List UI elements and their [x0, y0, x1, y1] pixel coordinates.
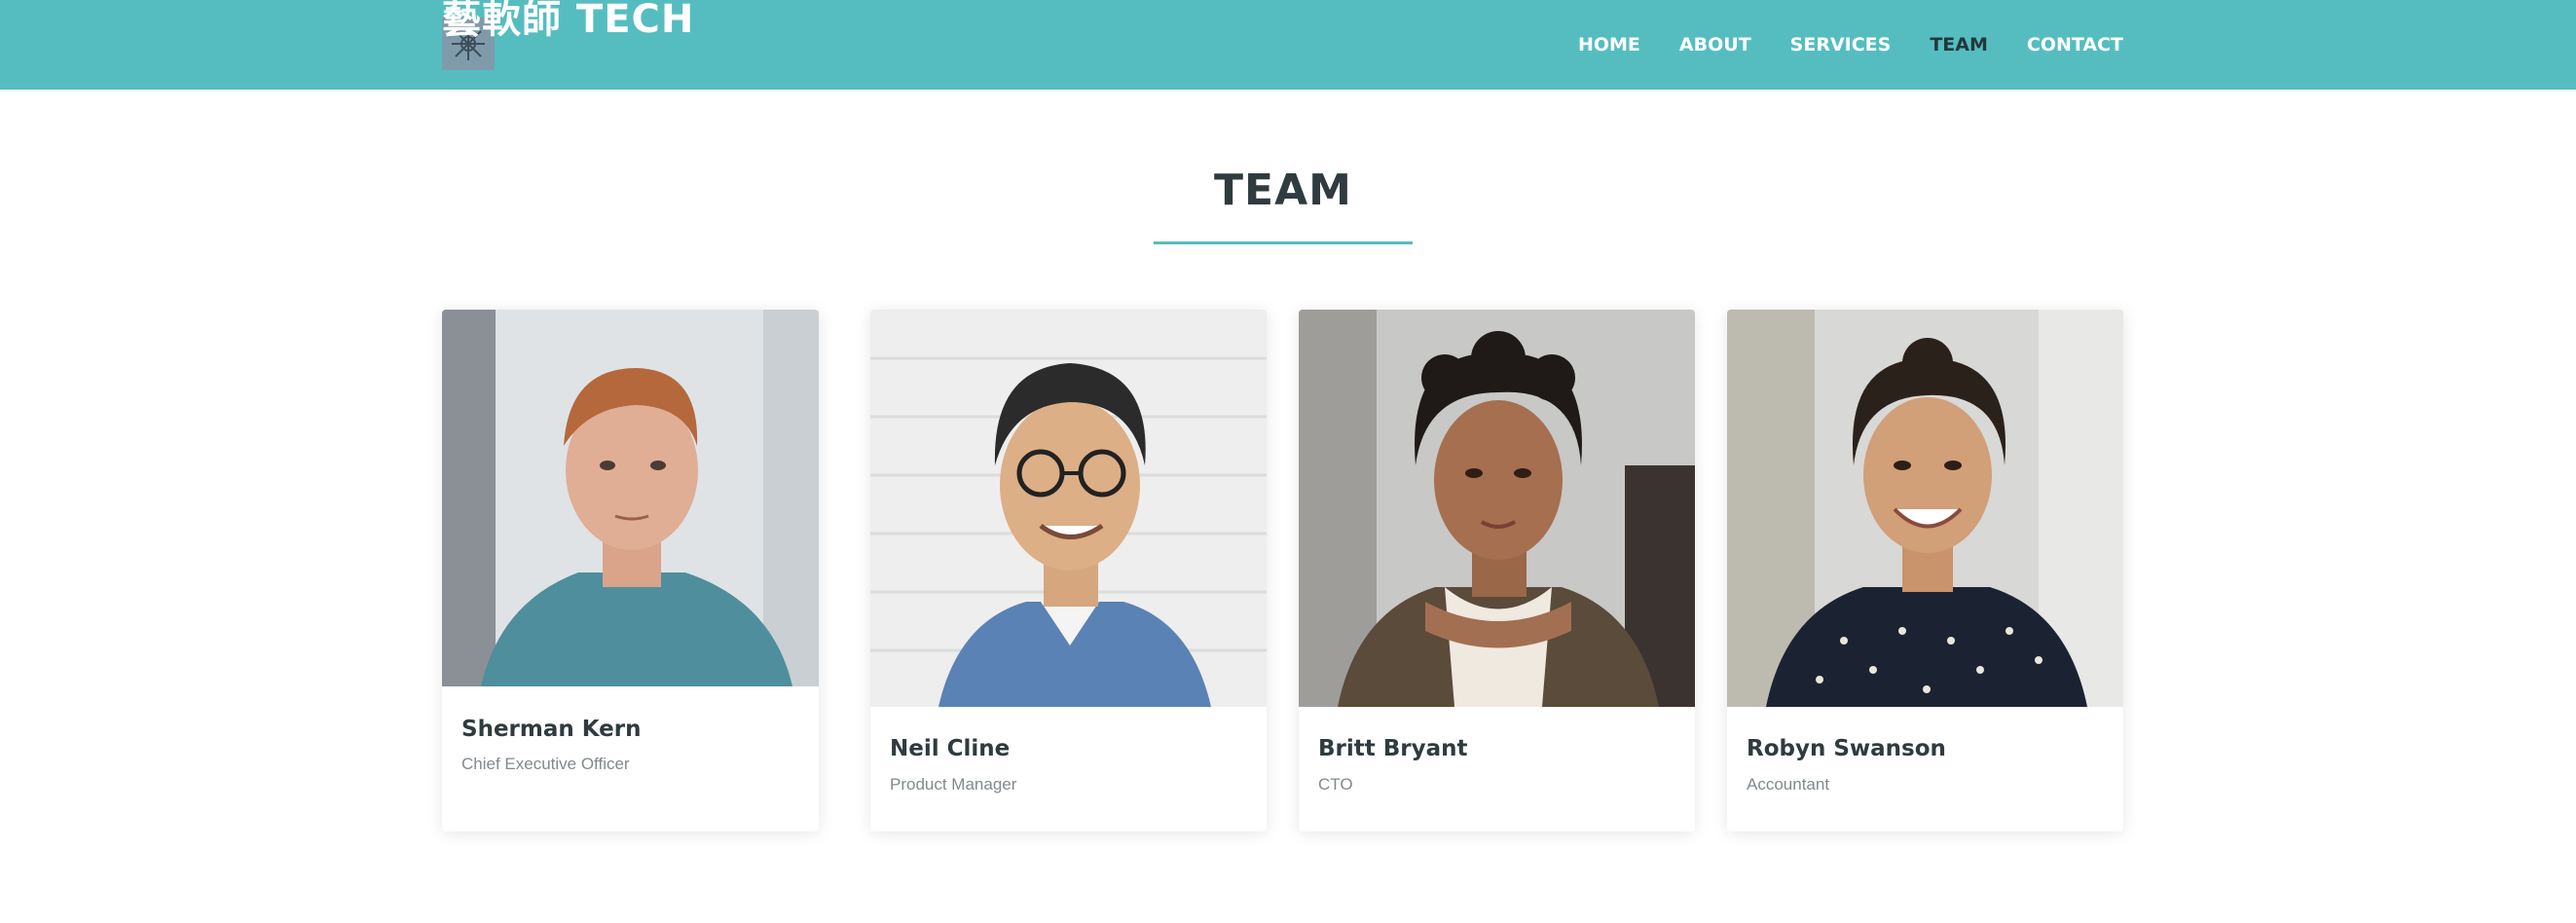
team-photo — [870, 310, 1267, 707]
nav-services[interactable]: SERVICES — [1790, 34, 1892, 55]
team-member-name: Britt Bryant — [1318, 736, 1468, 761]
team-photo — [1299, 310, 1695, 707]
team-member-name: Sherman Kern — [461, 717, 642, 742]
team-member-role: CTO — [1318, 775, 1353, 794]
logo-text: 藝軟師 TECH — [442, 0, 695, 42]
nav-contact[interactable]: CONTACT — [2027, 34, 2123, 55]
team-member-name: Robyn Swanson — [1747, 736, 1946, 761]
title-underline — [1154, 241, 1413, 244]
main-nav: HOME ABOUT SERVICES TEAM CONTACT — [1578, 0, 2123, 90]
site-header: 藝軟師 TECH HOME ABOUT SERVICES TEAM CONTAC… — [0, 0, 2576, 90]
team-card: Neil Cline Product Manager — [870, 310, 1267, 831]
team-member-role: Product Manager — [890, 775, 1017, 794]
team-card: Robyn Swanson Accountant — [1727, 310, 2123, 831]
team-card: Britt Bryant CTO — [1299, 310, 1695, 831]
team-member-role: Accountant — [1747, 775, 1830, 794]
team-member-name: Neil Cline — [890, 736, 1011, 761]
nav-team[interactable]: TEAM — [1930, 34, 1988, 55]
team-photo — [1727, 310, 2123, 707]
nav-home[interactable]: HOME — [1578, 34, 1640, 55]
team-photo — [442, 310, 819, 686]
nav-about[interactable]: ABOUT — [1679, 34, 1751, 55]
site-logo[interactable]: 藝軟師 TECH — [442, 0, 694, 45]
team-card: Sherman Kern Chief Executive Officer — [442, 310, 819, 831]
section-title: TEAM — [1214, 166, 1352, 215]
team-member-role: Chief Executive Officer — [461, 755, 630, 773]
